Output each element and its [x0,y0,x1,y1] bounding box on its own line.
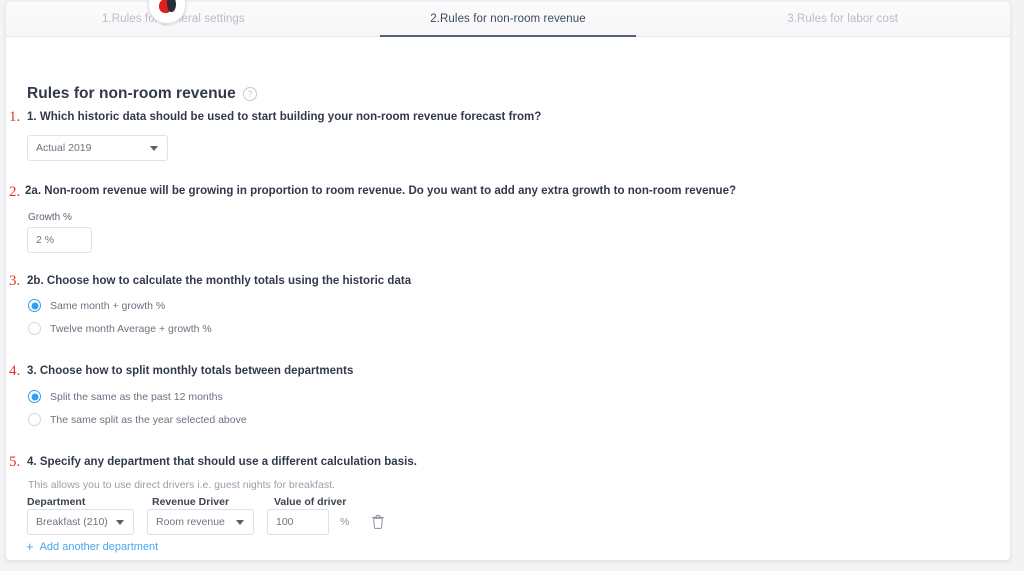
page-title: Rules for non-room revenue ? [27,85,257,103]
trash-icon[interactable] [371,514,385,529]
column-header-revenue-driver: Revenue Driver [152,496,230,508]
revenue-driver-select-value: Room revenue [156,516,225,528]
column-header-value-of-driver: Value of driver [274,496,347,508]
wizard-card: 1.Rules for general settings 2.Rules for… [6,2,1010,560]
growth-pct-label: Growth % [28,212,72,223]
chevron-down-icon [150,145,158,151]
growth-pct-input[interactable]: 2 % [27,227,92,253]
radio-split-same-as-year[interactable]: The same split as the year selected abov… [28,413,247,426]
page-title-text: Rules for non-room revenue [27,85,236,102]
question-4-hint: This allows you to use direct drivers i.… [28,479,335,491]
radio-same-month-growth[interactable]: Same month + growth % [28,299,165,312]
radio-indicator [28,322,41,335]
chevron-down-icon [116,519,124,525]
driver-value-unit: % [340,516,350,528]
tab-label: 3.Rules for labor cost [787,13,899,25]
radio-indicator [28,390,41,403]
tab-labor-cost[interactable]: 3.Rules for labor cost [675,2,1010,36]
radio-label: Same month + growth % [50,299,166,312]
annotation-marker-5: 5. [9,454,21,470]
radio-indicator [28,299,41,312]
radio-split-past-12-months[interactable]: Split the same as the past 12 months [28,390,223,403]
question-3-text: 3. Choose how to split monthly totals be… [27,365,354,377]
annotation-marker-4: 4. [9,363,21,379]
radio-twelve-month-average[interactable]: Twelve month Average + growth % [28,322,212,335]
wizard-content: Rules for non-room revenue ? 1. 2. 3. 4.… [6,37,1010,560]
radio-label: The same split as the year selected abov… [50,413,247,426]
department-select[interactable]: Breakfast (210) [27,509,134,535]
question-1-text: 1. Which historic data should be used to… [27,111,542,123]
chevron-down-icon [236,519,244,525]
add-another-department-link[interactable]: + Add another department [26,540,158,553]
annotation-marker-2: 2. [9,184,21,200]
radio-indicator [28,413,41,426]
radio-label: Twelve month Average + growth % [50,322,212,335]
historic-data-select[interactable]: Actual 2019 [27,135,168,161]
column-header-department: Department [27,496,86,508]
avatar-graphic [156,0,178,17]
add-another-department-label: Add another department [39,540,159,553]
tab-label: 2.Rules for non-room revenue [430,13,586,25]
plus-icon: + [26,539,34,554]
annotation-marker-3: 3. [9,273,21,289]
question-2b-text: 2b. Choose how to calculate the monthly … [27,275,412,287]
driver-value-text: 100 [276,516,294,528]
tab-non-room-revenue[interactable]: 2.Rules for non-room revenue [341,2,676,36]
question-2a-text: 2a. Non-room revenue will be growing in … [25,185,737,197]
radio-label: Split the same as the past 12 months [50,390,223,403]
driver-value-input[interactable]: 100 [267,509,329,535]
revenue-driver-select[interactable]: Room revenue [147,509,254,535]
question-4-text: 4. Specify any department that should us… [27,456,417,468]
help-icon[interactable]: ? [242,87,257,101]
growth-pct-value: 2 % [36,234,55,246]
annotation-marker-1: 1. [9,109,21,125]
department-select-value: Breakfast (210) [36,516,108,528]
historic-data-select-value: Actual 2019 [36,142,92,154]
